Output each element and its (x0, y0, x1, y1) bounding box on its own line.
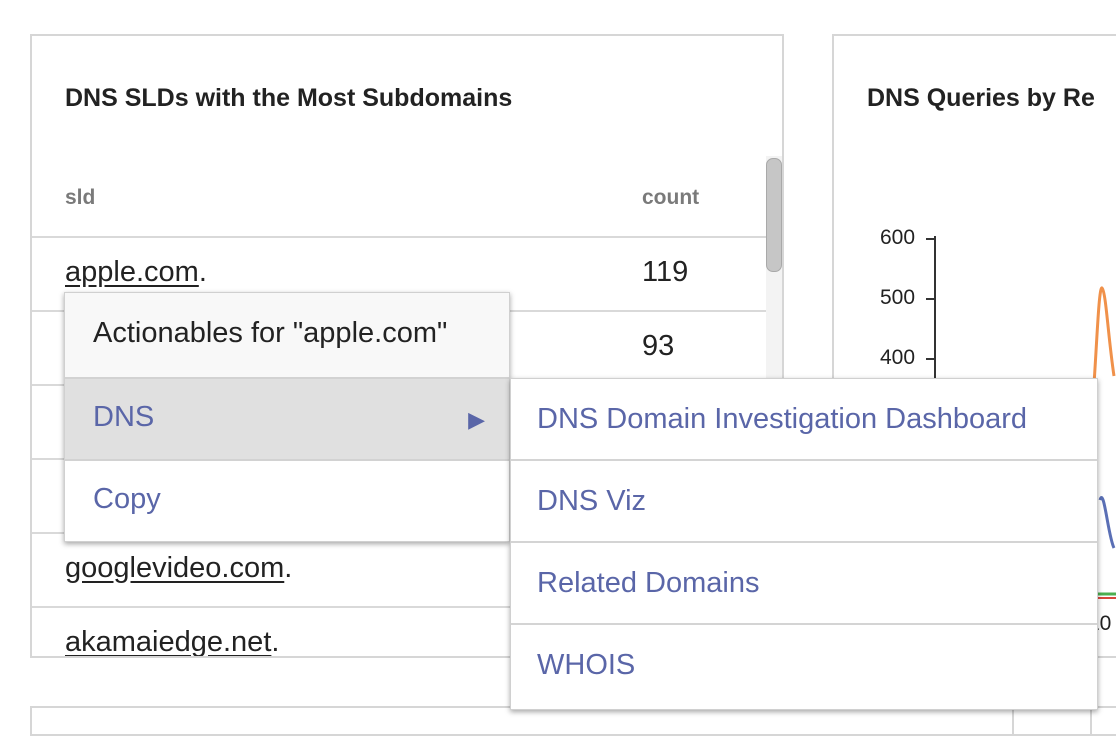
sld-cell: akamaiedge.net. (65, 626, 280, 658)
bottom-panel (1012, 706, 1092, 736)
dns-submenu: DNS Domain Investigation Dashboard DNS V… (510, 378, 1098, 710)
submenu-arrow-icon: ▶ (468, 407, 485, 432)
menu-item-label: DNS (93, 401, 155, 433)
count-cell: 119 (642, 256, 689, 288)
menu-item-dns[interactable]: DNS ▶ (65, 377, 509, 459)
sld-cell: googlevideo.com. (65, 552, 292, 585)
count-cell: 93 (642, 330, 675, 362)
series-line-blue (1098, 496, 1116, 549)
actionables-context-menu: Actionables for "apple.com" DNS ▶ Copy (64, 292, 510, 542)
submenu-item-related-domains[interactable]: Related Domains (511, 543, 1097, 625)
submenu-item-dns-domain-investigation-dashboard[interactable]: DNS Domain Investigation Dashboard (511, 379, 1097, 461)
sld-link[interactable]: googlevideo.com (65, 552, 284, 584)
bottom-panel (1090, 706, 1116, 736)
column-header-count[interactable]: count (642, 186, 699, 210)
panel-title: DNS SLDs with the Most Subdomains (65, 84, 513, 112)
menu-item-copy[interactable]: Copy (65, 459, 509, 541)
bottom-panel (30, 706, 1014, 736)
sld-link[interactable]: akamaiedge.net (65, 626, 271, 656)
sld-suffix: . (198, 256, 207, 288)
sld-suffix: . (271, 626, 280, 658)
sld-suffix: . (284, 552, 293, 584)
column-header-sld[interactable]: sld (65, 186, 95, 210)
sld-link[interactable]: apple.com (65, 256, 199, 288)
context-menu-header: Actionables for "apple.com" (65, 293, 509, 377)
table-scrollbar-thumb[interactable] (766, 158, 782, 272)
menu-item-label: Copy (93, 483, 161, 515)
sld-cell: apple.com. (65, 256, 207, 289)
submenu-item-whois[interactable]: WHOIS (511, 625, 1097, 707)
submenu-item-dns-viz[interactable]: DNS Viz (511, 461, 1097, 543)
